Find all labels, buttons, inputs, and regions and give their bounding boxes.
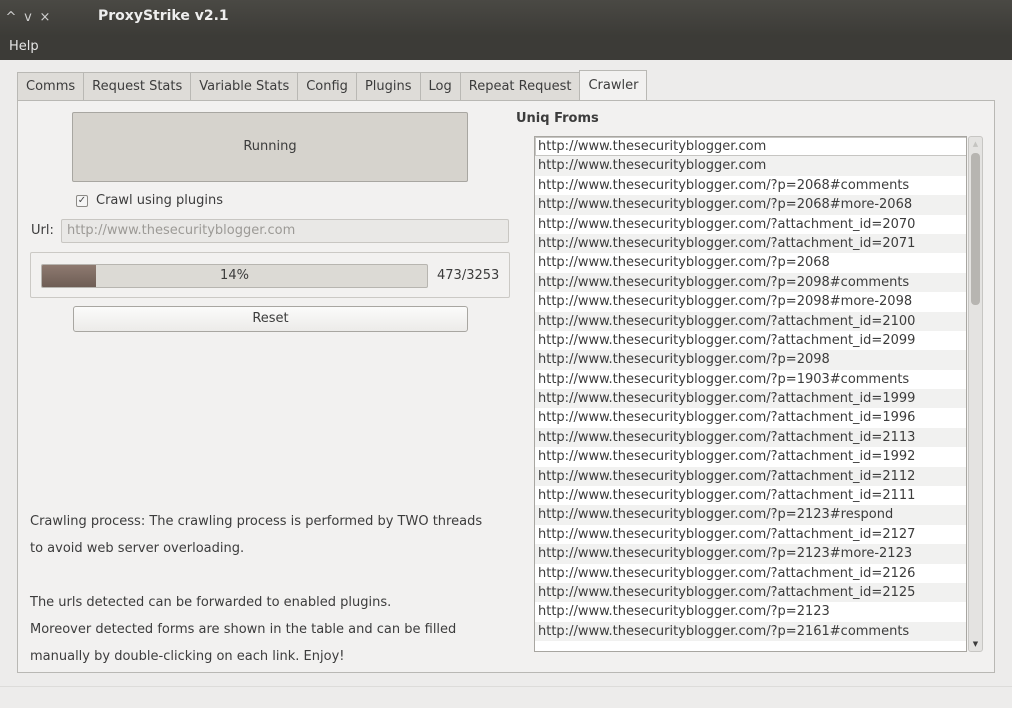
- info-text-line: to avoid web server overloading.: [30, 541, 245, 556]
- chevron-down-icon[interactable]: v: [20, 10, 36, 26]
- list-item[interactable]: http://www.thesecurityblogger.com/?attac…: [535, 447, 966, 466]
- list-item[interactable]: http://www.thesecurityblogger.com/?p=206…: [535, 176, 966, 195]
- list-item[interactable]: http://www.thesecurityblogger.com/?attac…: [535, 582, 966, 603]
- window-title: ProxyStrike v2.1: [98, 8, 229, 24]
- app-window: ^ v × ProxyStrike v2.1 Help Comms Reques…: [0, 0, 1012, 708]
- checkbox-checked-icon[interactable]: ✓: [76, 194, 88, 207]
- tab-crawler[interactable]: Crawler: [579, 70, 648, 100]
- scrollbar-thumb[interactable]: [971, 153, 980, 305]
- list-item[interactable]: http://www.thesecurityblogger.com/?p=212…: [535, 505, 966, 525]
- list-item[interactable]: http://www.thesecurityblogger.com/?p=212…: [535, 544, 966, 564]
- info-text-line: manually by double-clicking on each link…: [30, 649, 345, 664]
- tab-config[interactable]: Config: [297, 72, 356, 101]
- list-item[interactable]: http://www.thesecurityblogger.com/?p=190…: [535, 370, 966, 389]
- crawl-progress-bar: 14%: [41, 264, 428, 288]
- list-scrollbar[interactable]: ▲ ▼: [968, 136, 983, 652]
- scroll-down-arrow-icon[interactable]: ▼: [969, 637, 982, 651]
- title-bar: ^ v × ProxyStrike v2.1: [0, 0, 1012, 36]
- tab-bar: Comms Request Stats Variable Stats Confi…: [17, 70, 648, 101]
- progress-percent: 14%: [220, 268, 249, 283]
- info-text-line: Crawling process: The crawling process i…: [30, 514, 483, 529]
- url-input[interactable]: http://www.thesecurityblogger.com: [61, 219, 509, 243]
- list-item[interactable]: http://www.thesecurityblogger.com/?p=212…: [535, 602, 966, 621]
- info-text-line: Moreover detected forms are shown in the…: [30, 622, 457, 637]
- list-item[interactable]: http://www.thesecurityblogger.com/?p=206…: [535, 253, 966, 272]
- list-item[interactable]: http://www.thesecurityblogger.com/?attac…: [535, 427, 966, 448]
- running-button[interactable]: Running: [72, 112, 468, 182]
- list-item[interactable]: http://www.thesecurityblogger.com/?p=209…: [535, 350, 966, 370]
- tab-log[interactable]: Log: [419, 72, 460, 101]
- uniq-froms-list[interactable]: http://www.thesecurityblogger.com http://…: [534, 136, 967, 652]
- crawl-using-plugins-checkbox[interactable]: ✓ Crawl using plugins: [76, 193, 223, 208]
- url-label: Url:: [31, 223, 54, 238]
- info-text-line: The urls detected can be forwarded to en…: [30, 595, 392, 610]
- list-item[interactable]: http://www.thesecurityblogger.com: [535, 137, 966, 157]
- list-item[interactable]: http://www.thesecurityblogger.com/?attac…: [535, 525, 966, 544]
- list-item[interactable]: http://www.thesecurityblogger.com/?attac…: [535, 311, 966, 331]
- list-item[interactable]: http://www.thesecurityblogger.com/?attac…: [535, 564, 966, 583]
- tab-comms[interactable]: Comms: [17, 72, 84, 101]
- progress-count: 473/3253: [437, 268, 500, 283]
- list-item[interactable]: http://www.thesecurityblogger.com/?attac…: [535, 408, 966, 427]
- list-item[interactable]: http://www.thesecurityblogger.com/?p=216…: [535, 621, 966, 642]
- list-item[interactable]: http://www.thesecurityblogger.com/?attac…: [535, 331, 966, 350]
- scroll-up-arrow-icon[interactable]: ▲: [969, 137, 982, 151]
- list-item[interactable]: http://www.thesecurityblogger.com/?attac…: [535, 486, 966, 505]
- tab-request-stats[interactable]: Request Stats: [83, 72, 191, 101]
- list-item[interactable]: http://www.thesecurityblogger.com/?attac…: [535, 389, 966, 409]
- list-item[interactable]: http://www.thesecurityblogger.com/?p=209…: [535, 272, 966, 293]
- list-item[interactable]: http://www.thesecurityblogger.com/?attac…: [535, 466, 966, 487]
- list-item[interactable]: http://www.thesecurityblogger.com/?attac…: [535, 233, 966, 254]
- tab-plugins[interactable]: Plugins: [355, 72, 420, 101]
- tab-variable-stats[interactable]: Variable Stats: [190, 72, 298, 101]
- tab-repeat-request[interactable]: Repeat Request: [459, 72, 580, 101]
- crawl-using-plugins-label: Crawl using plugins: [96, 193, 223, 208]
- uniq-froms-items: http://www.thesecurityblogger.com http://…: [535, 137, 966, 642]
- list-item[interactable]: http://www.thesecurityblogger.com: [535, 156, 966, 176]
- status-bar: [0, 686, 1012, 708]
- chevron-up-icon[interactable]: ^: [3, 10, 19, 26]
- close-icon[interactable]: ×: [37, 10, 53, 26]
- menu-help[interactable]: Help: [9, 39, 39, 54]
- list-item[interactable]: http://www.thesecurityblogger.com/?attac…: [535, 215, 966, 234]
- list-item[interactable]: http://www.thesecurityblogger.com/?p=206…: [535, 195, 966, 215]
- reset-button[interactable]: Reset: [73, 306, 468, 332]
- menu-bar: Help: [0, 36, 1012, 60]
- uniq-froms-title: Uniq Froms: [516, 111, 599, 126]
- list-item[interactable]: http://www.thesecurityblogger.com/?p=209…: [535, 292, 966, 311]
